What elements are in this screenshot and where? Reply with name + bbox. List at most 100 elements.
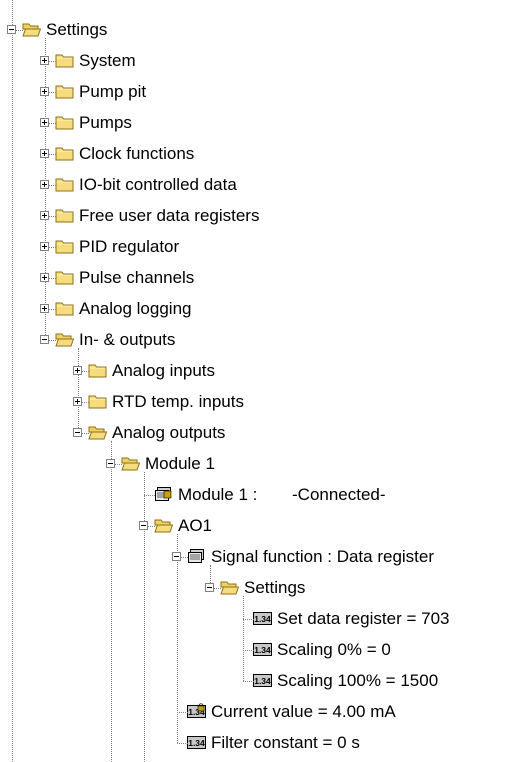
tree-item-signal-function[interactable]: Signal function : Data register [0,546,509,568]
tree-item-label: Clock functions [79,144,195,163]
tree-item-setting-value[interactable]: 1.34 Set data register = 703 [0,608,509,630]
folder-icon [55,114,74,130]
tree-connector-line [177,712,188,713]
tree-item-rtd-temp-inputs[interactable]: RTD temp. inputs [0,391,509,413]
tree-item-current-value[interactable]: 1.34 Current value = 4.00 mA [0,701,509,723]
tree-connector-line [49,154,56,155]
tree-item-free-user-data-registers[interactable]: Free user data registers [0,205,509,227]
numeric-value-icon: 1.34 [253,672,272,688]
tree-item-system[interactable]: System [0,50,509,72]
tree-item-analog-outputs[interactable]: Analog outputs [0,422,509,444]
tree-item-label: Settings [244,578,306,597]
svg-text:1.34: 1.34 [188,738,205,748]
tree-item-label: PID regulator [79,237,180,256]
module-status-icon [154,486,173,502]
tree-item-label: In- & outputs [79,330,176,349]
tree-connector-line [115,464,122,465]
tree-connector-line [49,340,56,341]
numeric-value-icon: 1.34 [253,610,272,626]
tree-item-label: RTD temp. inputs [112,392,244,411]
folder-open-icon [88,424,107,440]
expand-toggle-icon[interactable] [40,211,49,220]
tree-item-ao1[interactable]: AO1 [0,515,509,537]
collapse-toggle-icon[interactable] [7,25,16,34]
folder-icon [55,176,74,192]
expand-toggle-icon[interactable] [40,273,49,282]
folder-open-icon [154,517,173,533]
tree-item-clock-functions[interactable]: Clock functions [0,143,509,165]
tree-item-analog-logging[interactable]: Analog logging [0,298,509,320]
expand-toggle-icon[interactable] [40,304,49,313]
tree-connector-line [49,278,56,279]
tree-item-setting-value[interactable]: 1.34 Scaling 100% = 1500 [0,670,509,692]
expand-toggle-icon[interactable] [40,56,49,65]
tree-item-pid-regulator[interactable]: PID regulator [0,236,509,258]
folder-icon [55,83,74,99]
tree-item-label: Pump pit [79,82,147,101]
tree-item-pulse-channels[interactable]: Pulse channels [0,267,509,289]
tree-connector-line [144,495,155,496]
expand-toggle-icon[interactable] [40,87,49,96]
tree-item-label: Module 1 [145,454,215,473]
tree-connector-line [49,216,56,217]
folder-open-icon [220,579,239,595]
tree-item-pump-pit[interactable]: Pump pit [0,81,509,103]
tree-connector-line [148,526,155,527]
tree-item-label: Pumps [79,113,132,132]
collapse-toggle-icon[interactable] [73,428,82,437]
tree-connector-line [82,371,89,372]
numeric-value-icon: 1.34 [253,641,272,657]
tree-item-label: Filter constant = 0 s [211,733,360,752]
tree-item-in-outputs[interactable]: In- & outputs [0,329,509,351]
folder-icon [55,269,74,285]
folder-icon [55,238,74,254]
expand-toggle-icon[interactable] [40,149,49,158]
expand-toggle-icon[interactable] [73,397,82,406]
svg-text:1.34: 1.34 [254,645,271,655]
expand-toggle-icon[interactable] [73,366,82,375]
tree-connector-line [177,743,188,744]
expand-toggle-icon[interactable] [40,180,49,189]
collapse-toggle-icon[interactable] [172,552,181,561]
tree-connector-line [49,123,56,124]
tree-item-module-status[interactable]: Module 1 : -Connected- [0,484,509,506]
folder-icon [88,362,107,378]
tree-item-label: Module 1 : [178,485,258,504]
collapse-toggle-icon[interactable] [139,521,148,530]
tree-item-setting-value[interactable]: 1.34 Scaling 0% = 0 [0,639,509,661]
tree-item-label: Current value = 4.00 mA [211,702,396,721]
tree-item-pumps[interactable]: Pumps [0,112,509,134]
tree-item-label: Set data register = 703 [277,609,450,628]
tree-connector-line [243,619,254,620]
collapse-toggle-icon[interactable] [40,335,49,344]
folder-open-icon [121,455,140,471]
tree-item-filter-constant[interactable]: 1.34 Filter constant = 0 s [0,732,509,754]
folder-icon [55,145,74,161]
expand-toggle-icon[interactable] [40,242,49,251]
tree-connector-line [49,247,56,248]
collapse-toggle-icon[interactable] [106,459,115,468]
expand-toggle-icon[interactable] [40,118,49,127]
svg-text:1.34: 1.34 [254,676,271,686]
svg-text:1.34: 1.34 [254,614,271,624]
tree-item-analog-inputs[interactable]: Analog inputs [0,360,509,382]
folder-icon [55,300,74,316]
tree-connector-line [82,402,89,403]
tree-item-label: Scaling 100% = 1500 [277,671,439,690]
tree-item-ao1-settings[interactable]: Settings [0,577,509,599]
tree-connector-line [181,557,188,558]
tree-item-label: IO-bit controlled data [79,175,237,194]
folder-icon [88,393,107,409]
numeric-value-icon: 1.34 [187,734,206,750]
tree-item-label: Pulse channels [79,268,195,287]
tree-item-settings[interactable]: Settings [0,19,509,41]
tree-connector-line [16,30,23,31]
tree-item-io-bit-controlled-data[interactable]: IO-bit controlled data [0,174,509,196]
tree-item-label: Analog inputs [112,361,216,380]
tree-item-label: System [79,51,136,70]
collapse-toggle-icon[interactable] [205,583,214,592]
tree-item-module-1[interactable]: Module 1 [0,453,509,475]
folder-icon [55,207,74,223]
settings-tree: Settings System Pump pit Pumps Clock fun… [0,0,509,762]
tree-connector-line [49,185,56,186]
